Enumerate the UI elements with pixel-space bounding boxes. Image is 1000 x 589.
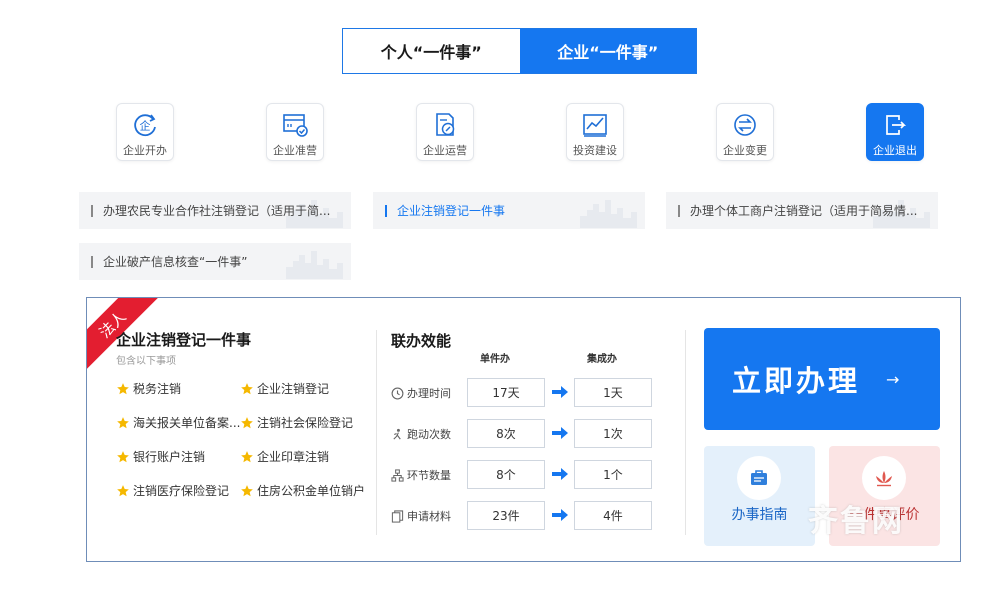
included-item-label: 注销社会保险登记 — [257, 416, 354, 430]
arrow-right-icon: → — [886, 369, 900, 389]
column-divider — [376, 330, 377, 535]
subitem-marker — [678, 204, 680, 217]
document-edit-icon — [430, 110, 460, 140]
category-enterprise-permit[interactable]: 企业准营 — [266, 103, 324, 161]
subitem-bankruptcy-info-check[interactable]: 企业破产信息核查“一件事” — [79, 243, 351, 280]
category-label: 企业准营 — [273, 144, 317, 157]
building-silhouette-icon — [286, 251, 343, 279]
row-visit-count: 跑动次数 — [391, 426, 451, 442]
star-icon — [117, 382, 129, 394]
combined-value: 1个 — [574, 460, 652, 489]
category-label: 企业运营 — [423, 144, 467, 157]
included-item: 企业注销登记 — [240, 380, 329, 397]
category-enterprise-start[interactable]: 企 企业开办 — [116, 103, 174, 161]
row-material-count: 申请材料 — [391, 508, 451, 524]
row-label: 办理时间 — [407, 387, 451, 400]
efficiency-title: 联办效能 — [391, 332, 452, 350]
category-label: 企业变更 — [723, 144, 767, 157]
subitem-marker — [91, 204, 93, 217]
combined-value: 4件 — [574, 501, 652, 530]
chart-line-icon — [580, 110, 610, 140]
star-icon — [241, 416, 253, 428]
column-header-combined: 集成办 — [587, 354, 617, 365]
site-watermark: 齐鲁网 — [808, 504, 904, 539]
hierarchy-icon — [391, 468, 404, 482]
arrow-right-icon — [552, 386, 568, 398]
single-value: 17天 — [467, 378, 545, 407]
star-icon — [117, 416, 129, 428]
category-label: 企业退出 — [873, 144, 917, 157]
category-investment-construction[interactable]: 投资建设 — [566, 103, 624, 161]
subitem-label: 办理个体工商户注销登记（适用于简易情... — [690, 204, 918, 218]
included-item-label: 海关报关单位备案... — [133, 416, 241, 430]
included-item: 注销医疗保险登记 — [116, 482, 229, 499]
category-enterprise-exit[interactable]: 企业退出 — [866, 103, 924, 161]
included-item-label: 银行账户注销 — [133, 450, 206, 464]
included-item-label: 注销医疗保险登记 — [133, 484, 230, 498]
category-label: 投资建设 — [573, 144, 617, 157]
row-step-count: 环节数量 — [391, 467, 451, 483]
tab-personal[interactable]: 个人“一件事” — [343, 29, 520, 73]
included-item-label: 住房公积金单位销户 — [257, 484, 366, 498]
row-processing-time: 办理时间 — [391, 385, 451, 401]
clock-icon — [391, 387, 404, 399]
apply-now-label: 立即办理 — [732, 364, 861, 398]
category-label: 企业开办 — [123, 144, 167, 157]
included-item: 企业印章注销 — [240, 448, 329, 465]
category-enterprise-change[interactable]: 企业变更 — [716, 103, 774, 161]
documents-icon — [391, 509, 404, 523]
star-icon — [241, 382, 253, 394]
row-label: 申请材料 — [407, 510, 451, 523]
star-icon — [117, 484, 129, 496]
combined-value: 1次 — [574, 419, 652, 448]
single-value: 23件 — [467, 501, 545, 530]
service-guide-label: 办事指南 — [731, 507, 788, 523]
subitem-label: 企业破产信息核查“一件事” — [103, 255, 248, 269]
included-item: 住房公积金单位销户 — [240, 482, 365, 499]
service-title: 企业注销登记一件事 — [116, 331, 252, 349]
subitem-individual-business-deregistration[interactable]: 办理个体工商户注销登记（适用于简易情... — [666, 192, 938, 229]
enterprise-start-icon: 企 — [130, 110, 160, 140]
star-icon — [241, 484, 253, 496]
included-item: 海关报关单位备案... — [116, 414, 240, 431]
walking-icon — [393, 428, 401, 440]
building-silhouette-icon — [580, 200, 637, 228]
subitem-enterprise-deregistration[interactable]: 企业注销登记一件事 — [373, 192, 645, 229]
row-label: 环节数量 — [407, 469, 451, 482]
row-label: 跑动次数 — [407, 428, 451, 441]
included-item: 注销社会保险登记 — [240, 414, 353, 431]
included-item: 税务注销 — [116, 380, 181, 397]
subitem-label: 企业注销登记一件事 — [397, 204, 506, 218]
exchange-icon — [730, 110, 760, 140]
category-enterprise-operation[interactable]: 企业运营 — [416, 103, 474, 161]
lotus-icon — [862, 456, 906, 500]
subitem-farmer-coop-deregistration[interactable]: 办理农民专业合作社注销登记（适用于简... — [79, 192, 351, 229]
guide-badge-icon — [737, 456, 781, 500]
subitem-marker — [91, 255, 93, 268]
included-item-label: 企业印章注销 — [257, 450, 330, 464]
license-check-icon — [280, 110, 310, 140]
tab-enterprise[interactable]: 企业“一件事” — [519, 29, 696, 73]
arrow-right-icon — [552, 468, 568, 480]
star-icon — [241, 450, 253, 462]
single-value: 8个 — [467, 460, 545, 489]
column-divider — [685, 330, 686, 535]
combined-value: 1天 — [574, 378, 652, 407]
star-icon — [117, 450, 129, 462]
subitem-label: 办理农民专业合作社注销登记（适用于简... — [103, 204, 331, 218]
included-item-label: 企业注销登记 — [257, 382, 330, 396]
apply-now-button[interactable]: 立即办理 → — [704, 328, 940, 430]
column-header-single: 单件办 — [480, 354, 510, 365]
svg-text:企: 企 — [140, 119, 151, 133]
exit-icon — [880, 110, 910, 140]
subitem-marker — [385, 204, 387, 217]
arrow-right-icon — [552, 509, 568, 521]
service-guide-card[interactable]: 办事指南 — [704, 446, 815, 546]
included-item-label: 税务注销 — [133, 382, 182, 396]
included-item: 银行账户注销 — [116, 448, 205, 465]
arrow-right-icon — [552, 427, 568, 439]
single-value: 8次 — [467, 419, 545, 448]
service-subtitle: 包含以下事项 — [116, 356, 176, 367]
service-type-tabs: 个人“一件事” 企业“一件事” — [342, 28, 697, 74]
